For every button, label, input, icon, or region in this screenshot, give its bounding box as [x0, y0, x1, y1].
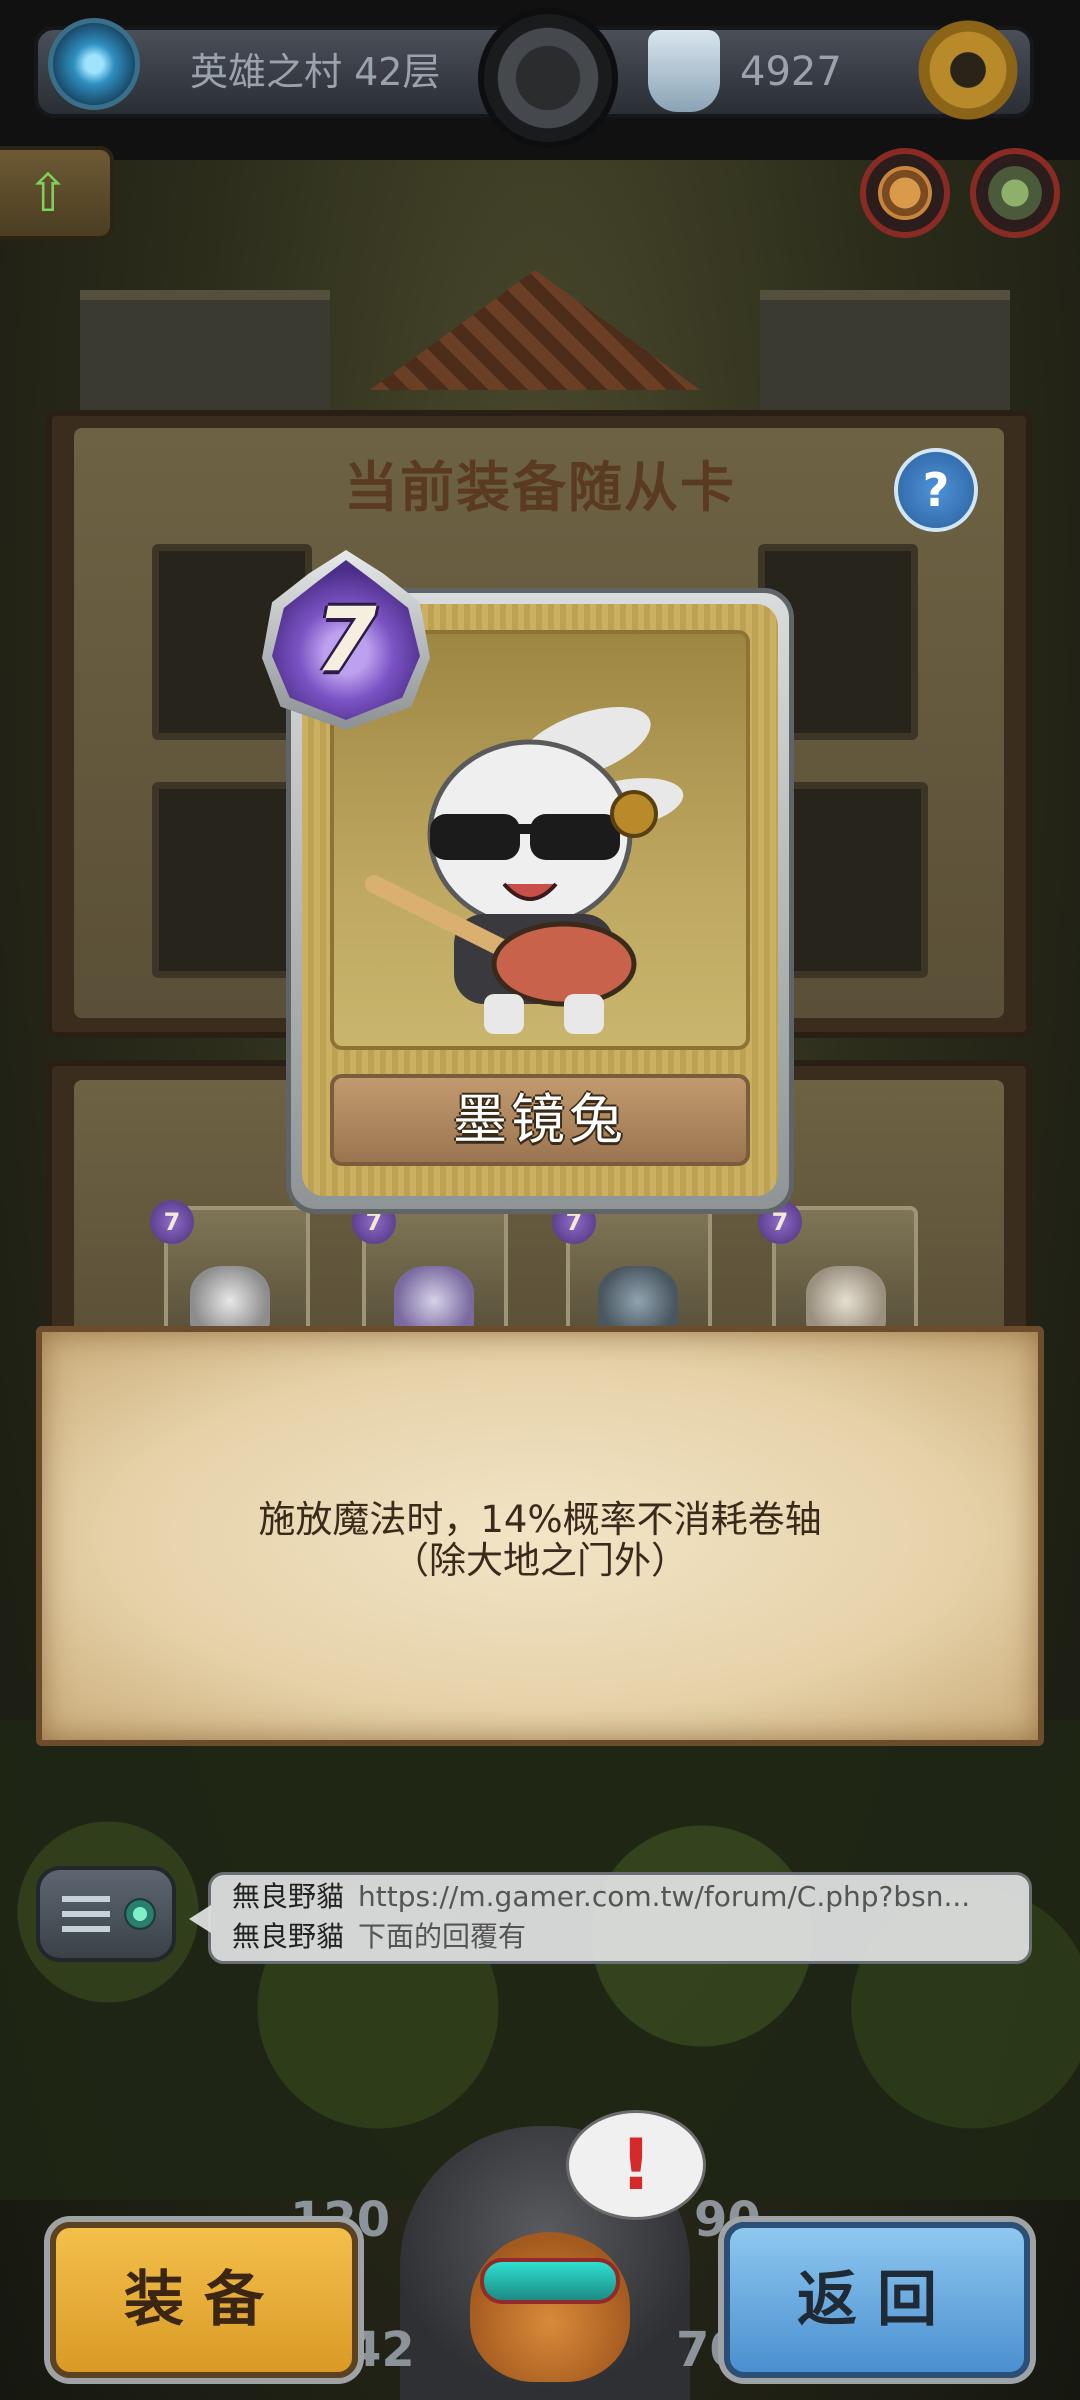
emblem-icon[interactable] — [478, 8, 618, 148]
chat-button[interactable] — [36, 1866, 176, 1962]
alert-bubble[interactable]: ! — [566, 2110, 706, 2220]
floor-label: 英雄之村 42层 — [190, 50, 441, 94]
chat-message: https://m.gamer.com.tw/forum/C.php?bsn..… — [358, 1880, 971, 1913]
fence-right — [760, 290, 1010, 410]
card-name: 墨镜兔 — [453, 1088, 627, 1151]
help-button[interactable]: ? — [894, 448, 978, 532]
exclamation-icon: ! — [620, 2124, 652, 2206]
chat-username: 無良野貓 — [232, 1920, 345, 1953]
panel-title: 当前装备随从卡 — [344, 456, 736, 519]
goggles-icon — [480, 2258, 620, 2304]
gold-count: 4927 — [740, 49, 842, 95]
portal-icon[interactable] — [48, 18, 140, 110]
card-cost: 7 — [150, 1200, 194, 1244]
menu-lines-icon — [62, 1896, 110, 1932]
card-cost: 7 — [315, 588, 377, 691]
monster-button[interactable] — [970, 148, 1060, 238]
radio-dot-icon — [124, 1898, 156, 1930]
chat-username: 無良野貓 — [232, 1880, 345, 1913]
back-button[interactable]: 返回 — [724, 2222, 1030, 2378]
relic-icon — [648, 30, 720, 112]
food-button[interactable] — [860, 148, 950, 238]
hero-portrait[interactable] — [470, 2232, 630, 2382]
left-lower-stat: 42 — [348, 2322, 415, 2378]
chat-message: 下面的回覆有 — [358, 1920, 527, 1953]
description-line: （除大地之门外） — [392, 1539, 688, 1582]
burger-icon — [878, 166, 932, 220]
level-up-button[interactable]: ⇧ — [0, 146, 114, 240]
fence-left — [80, 290, 330, 410]
monster-icon — [988, 166, 1042, 220]
up-arrow-icon: ⇧ — [26, 164, 70, 224]
settings-gear-icon[interactable] — [912, 14, 1024, 126]
equip-button[interactable]: 装备 — [50, 2222, 358, 2378]
